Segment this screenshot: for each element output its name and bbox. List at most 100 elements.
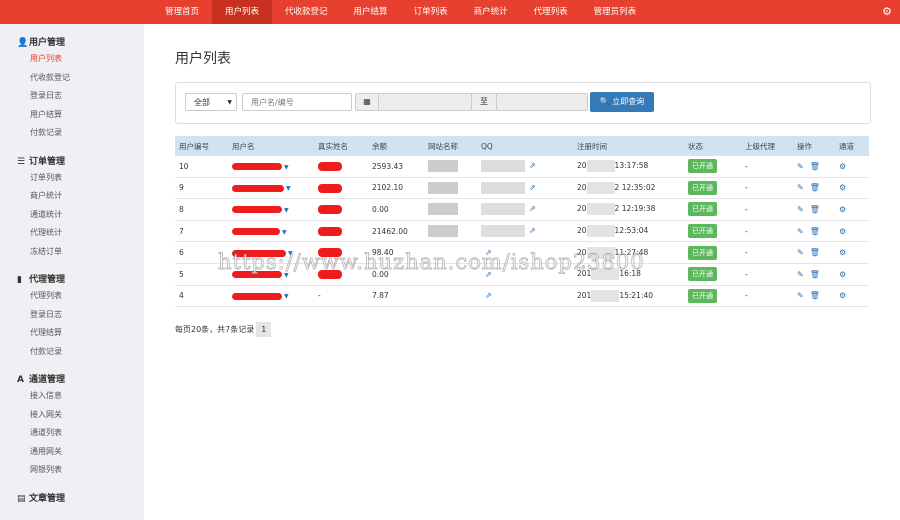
- blurred-block: [591, 289, 620, 302]
- edit-icon[interactable]: ✎: [797, 162, 804, 171]
- col-header: 真实姓名: [314, 136, 368, 156]
- status-badge[interactable]: 已开通: [688, 159, 717, 174]
- sidebar-item-user-list[interactable]: 用户列表: [0, 50, 144, 69]
- sidebar-item-access-gateway[interactable]: 接入网关: [0, 406, 144, 425]
- table-row: 6 ▼ 98.40 ⇗ 20 11:27:48 已开通 - ✎ 🗑 ⚙: [175, 241, 869, 264]
- gear-icon[interactable]: ⚙: [839, 248, 846, 257]
- sidebar-item-agent-stats[interactable]: 代理统计: [0, 224, 144, 243]
- pager-summary: 每页20条，共7条记录: [175, 325, 255, 334]
- status-badge[interactable]: 已开通: [688, 267, 717, 282]
- sidebar-group-title: 用户管理: [29, 38, 66, 48]
- sidebar-item-order-list[interactable]: 订单列表: [0, 169, 144, 188]
- blurred-block: [586, 160, 615, 173]
- external-link-icon[interactable]: ⇗: [485, 291, 492, 300]
- redacted-mark: [318, 183, 342, 193]
- search-button[interactable]: 🔍 立即查询: [590, 92, 654, 112]
- sidebar-item-agent-settlement[interactable]: 代理结算: [0, 324, 144, 343]
- table-row: 5 ▼ 0.00 ⇗ 201 16:18 已开通 - ✎ 🗑 ⚙: [175, 263, 869, 286]
- status-badge[interactable]: 已开通: [688, 245, 717, 260]
- sidebar-item-access-info[interactable]: 接入信息: [0, 387, 144, 406]
- search-input[interactable]: [242, 93, 352, 111]
- chevron-down-icon[interactable]: ▼: [284, 164, 289, 171]
- page-button[interactable]: 1: [256, 322, 272, 337]
- gear-icon[interactable]: ⚙: [839, 270, 846, 279]
- col-header: 通道: [835, 136, 869, 156]
- status-badge[interactable]: 已开通: [688, 288, 717, 303]
- external-link-icon[interactable]: ⇗: [529, 183, 536, 192]
- topnav-item-agent-list[interactable]: 代理列表: [521, 0, 581, 24]
- chevron-down-icon[interactable]: ▼: [286, 185, 291, 192]
- external-link-icon[interactable]: ⇗: [529, 204, 536, 213]
- edit-icon[interactable]: ✎: [797, 205, 804, 214]
- gear-icon[interactable]: ⚙: [839, 205, 846, 214]
- chevron-down-icon[interactable]: ▼: [284, 293, 289, 300]
- sidebar-item-agent-list[interactable]: 代理列表: [0, 287, 144, 306]
- external-link-icon[interactable]: ⇗: [529, 161, 536, 170]
- parent-agent: -: [741, 177, 793, 200]
- sidebar-item-bank-list[interactable]: 网银列表: [0, 461, 144, 480]
- gear-icon[interactable]: ⚙: [839, 291, 846, 300]
- edit-icon[interactable]: ✎: [797, 183, 804, 192]
- external-link-icon[interactable]: ⇗: [485, 248, 492, 257]
- chevron-down-icon[interactable]: ▼: [284, 207, 289, 214]
- book-icon: ▤: [17, 493, 26, 504]
- filter-select[interactable]: 全部 ▼: [185, 93, 237, 111]
- status-badge[interactable]: 已开通: [688, 180, 717, 195]
- edit-icon[interactable]: ✎: [797, 291, 804, 300]
- status-badge[interactable]: 已开通: [688, 224, 717, 239]
- trash-icon[interactable]: 🗑: [810, 291, 820, 300]
- sidebar-item-login-log[interactable]: 登录日志: [0, 87, 144, 106]
- topnav-item-order-list[interactable]: 订单列表: [401, 0, 461, 24]
- edit-icon[interactable]: ✎: [797, 248, 804, 257]
- sidebar-item-agent-payment-records[interactable]: 付款记录: [0, 343, 144, 362]
- topnav-item-user-settlement[interactable]: 用户结算: [341, 0, 401, 24]
- gear-icon[interactable]: ⚙: [839, 162, 846, 171]
- end-date-field[interactable]: [497, 94, 587, 110]
- gear-icon[interactable]: ⚙: [839, 227, 846, 236]
- blurred-block: [591, 268, 620, 281]
- external-link-icon[interactable]: ⇗: [485, 270, 492, 279]
- list-icon: ☰: [17, 156, 26, 167]
- gear-icon[interactable]: ⚙: [882, 5, 892, 18]
- sidebar-item-collection-register[interactable]: 代收款登记: [0, 69, 144, 88]
- edit-icon[interactable]: ✎: [797, 270, 804, 279]
- reg-time-suffix: 2 12:35:02: [614, 182, 656, 192]
- sidebar-item-agent-login-log[interactable]: 登录日志: [0, 306, 144, 325]
- sidebar-item-channel-stats[interactable]: 通道统计: [0, 206, 144, 225]
- sidebar-item-general-gateway[interactable]: 通用网关: [0, 443, 144, 462]
- start-date-field[interactable]: [379, 94, 471, 110]
- trash-icon[interactable]: 🗑: [810, 248, 820, 257]
- topnav-item-collection-register[interactable]: 代收款登记: [272, 0, 341, 24]
- user-id: 9: [175, 177, 228, 200]
- topnav-item-merchant-stats[interactable]: 商户统计: [461, 0, 521, 24]
- chevron-down-icon[interactable]: ▼: [284, 272, 289, 279]
- sidebar-item-merchant-stats[interactable]: 商户统计: [0, 187, 144, 206]
- balance: 0.00: [368, 198, 424, 221]
- trash-icon[interactable]: 🗑: [810, 227, 820, 236]
- redacted-mark: [318, 270, 342, 280]
- trash-icon[interactable]: 🗑: [810, 270, 820, 279]
- topnav-item-user-list[interactable]: 用户列表: [212, 0, 273, 24]
- sidebar-item-channel-list[interactable]: 通道列表: [0, 424, 144, 443]
- trash-icon[interactable]: 🗑: [810, 162, 820, 171]
- topnav-item-admin-list[interactable]: 管理员列表: [581, 0, 650, 24]
- sidebar-item-user-settlement[interactable]: 用户结算: [0, 106, 144, 125]
- blurred-block: [481, 181, 525, 194]
- road-icon: A: [17, 375, 24, 385]
- trash-icon[interactable]: 🗑: [810, 205, 820, 214]
- sidebar-item-payment-records[interactable]: 付款记录: [0, 124, 144, 143]
- table-row: 9 ▼ 2102.10 ⇗ 20 2 12:35:02 已开通 - ✎ 🗑 ⚙: [175, 177, 869, 200]
- user-id: 7: [175, 220, 228, 243]
- status-badge[interactable]: 已开通: [688, 202, 717, 217]
- edit-icon[interactable]: ✎: [797, 227, 804, 236]
- chevron-down-icon[interactable]: ▼: [288, 250, 293, 257]
- reg-time-prefix: 201: [577, 269, 592, 279]
- chevron-down-icon[interactable]: ▼: [282, 229, 287, 236]
- parent-agent: -: [741, 285, 793, 308]
- external-link-icon[interactable]: ⇗: [529, 226, 536, 235]
- gear-icon[interactable]: ⚙: [839, 183, 846, 192]
- trash-icon[interactable]: 🗑: [810, 183, 820, 192]
- col-header: 上级代理: [741, 136, 793, 156]
- sidebar-item-frozen-orders[interactable]: 冻结订单: [0, 243, 144, 262]
- topnav-item-home[interactable]: 管理首页: [152, 0, 212, 24]
